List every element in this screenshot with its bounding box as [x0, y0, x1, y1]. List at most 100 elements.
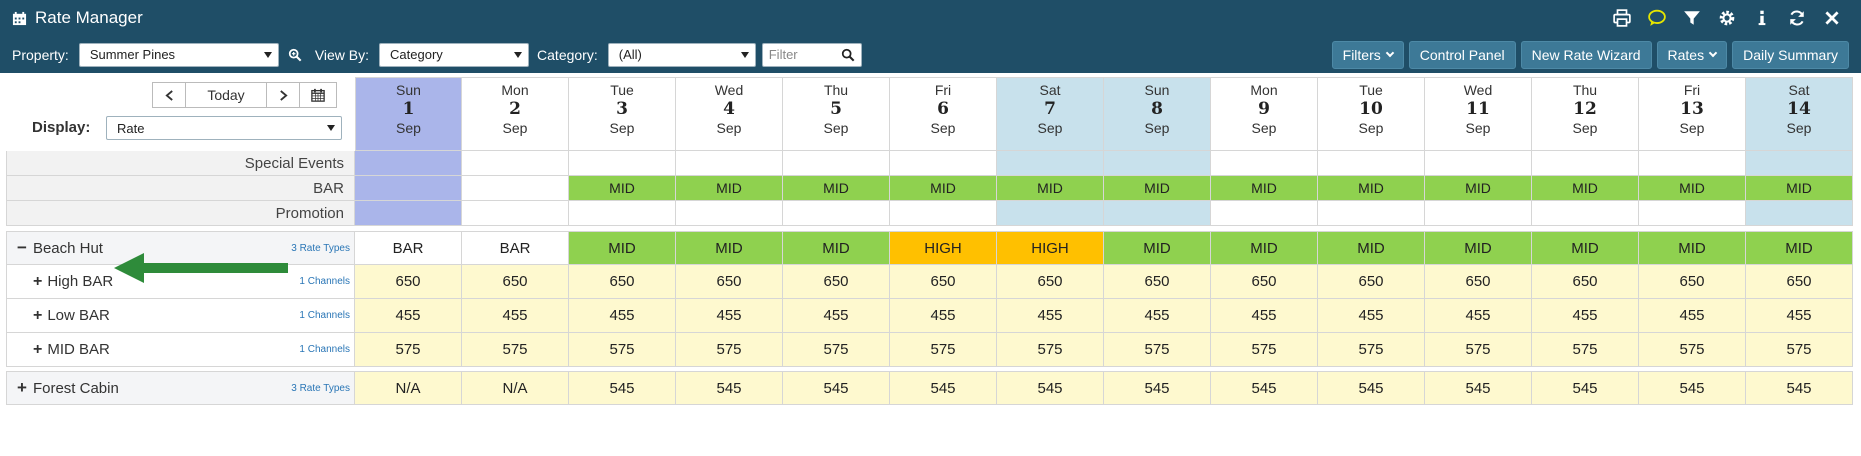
rate-cell[interactable]: 455 [1211, 299, 1318, 333]
comment-icon[interactable] [1639, 0, 1674, 36]
info-cell[interactable]: MID [569, 176, 676, 201]
info-cell[interactable] [783, 151, 890, 176]
info-cell[interactable]: MID [676, 176, 783, 201]
expand-icon[interactable]: + [17, 378, 27, 398]
day-header[interactable]: Sat 14 Sep [1746, 77, 1853, 151]
rate-cell[interactable]: 650 [676, 265, 783, 299]
group-rate-cell[interactable]: 545 [997, 371, 1104, 405]
day-header[interactable]: Sun 1 Sep [355, 77, 462, 151]
info-icon[interactable] [1744, 0, 1779, 36]
group-rate-cell[interactable]: HIGH [997, 231, 1104, 265]
rate-cell[interactable]: 575 [462, 333, 569, 367]
info-cell[interactable]: MID [1532, 176, 1639, 201]
day-header[interactable]: Sun 8 Sep [1104, 77, 1211, 151]
info-cell[interactable]: MID [783, 176, 890, 201]
display-select[interactable]: Rate [106, 116, 342, 140]
rate-cell[interactable]: 650 [1104, 265, 1211, 299]
group-rate-cell[interactable]: MID [783, 231, 890, 265]
group-rate-cell[interactable]: 545 [1211, 371, 1318, 405]
rate-cell[interactable]: 575 [783, 333, 890, 367]
rate-cell[interactable]: 650 [355, 265, 462, 299]
channels-link[interactable]: 1 Channels [299, 310, 350, 321]
rate-cell[interactable]: 575 [569, 333, 676, 367]
rate-cell[interactable]: 455 [783, 299, 890, 333]
rate-cell[interactable]: 650 [1211, 265, 1318, 299]
channels-link[interactable]: 1 Channels [299, 276, 350, 287]
collapse-icon[interactable]: − [17, 238, 27, 258]
info-cell[interactable] [890, 201, 997, 226]
info-cell[interactable] [1746, 151, 1853, 176]
control-panel-button[interactable]: Control Panel [1408, 40, 1516, 69]
rate-cell[interactable]: 455 [569, 299, 676, 333]
rate-cell[interactable]: 650 [1318, 265, 1425, 299]
view-by-select[interactable]: Category [379, 42, 530, 67]
rate-cell[interactable]: 650 [1746, 265, 1853, 299]
info-cell[interactable] [462, 176, 569, 201]
rate-cell[interactable]: 650 [1532, 265, 1639, 299]
next-button[interactable] [266, 82, 300, 108]
group-row-forest-cabin[interactable]: + Forest Cabin 3 Rate Types [6, 371, 355, 405]
search-icon[interactable] [841, 48, 855, 62]
day-header[interactable]: Tue 3 Sep [569, 77, 676, 151]
group-rate-cell[interactable]: BAR [462, 231, 569, 265]
day-header[interactable]: Fri 13 Sep [1639, 77, 1746, 151]
group-rate-cell[interactable]: 545 [1425, 371, 1532, 405]
group-rate-cell[interactable]: MID [1639, 231, 1746, 265]
today-button[interactable]: Today [185, 82, 267, 108]
group-rate-cell[interactable]: BAR [355, 231, 462, 265]
info-cell[interactable] [997, 151, 1104, 176]
info-cell[interactable] [783, 201, 890, 226]
rate-cell[interactable]: 650 [890, 265, 997, 299]
rate-cell[interactable]: 650 [462, 265, 569, 299]
gear-icon[interactable] [1709, 0, 1744, 36]
info-cell[interactable] [1532, 201, 1639, 226]
rate-cell[interactable]: 455 [1318, 299, 1425, 333]
info-cell[interactable] [355, 151, 462, 176]
day-header[interactable]: Tue 10 Sep [1318, 77, 1425, 151]
info-cell[interactable] [1532, 151, 1639, 176]
rate-cell[interactable]: 650 [997, 265, 1104, 299]
rate-cell[interactable]: 455 [1425, 299, 1532, 333]
info-cell[interactable] [355, 201, 462, 226]
info-cell[interactable]: MID [997, 176, 1104, 201]
rate-cell[interactable]: 575 [1318, 333, 1425, 367]
rate-cell[interactable]: 575 [1104, 333, 1211, 367]
rate-cell[interactable]: 650 [783, 265, 890, 299]
info-cell[interactable] [1425, 151, 1532, 176]
group-rate-cell[interactable]: 545 [890, 371, 997, 405]
group-rate-cell[interactable]: 545 [1532, 371, 1639, 405]
info-cell[interactable] [997, 201, 1104, 226]
info-cell[interactable] [1211, 151, 1318, 176]
rate-cell[interactable]: 455 [1532, 299, 1639, 333]
info-cell[interactable] [1104, 201, 1211, 226]
filter-input[interactable]: Filter [761, 42, 862, 67]
day-header[interactable]: Mon 9 Sep [1211, 77, 1318, 151]
info-cell[interactable] [890, 151, 997, 176]
rate-cell[interactable]: 455 [462, 299, 569, 333]
calendar-picker-button[interactable] [299, 82, 337, 108]
group-rate-cell[interactable]: HIGH [890, 231, 997, 265]
group-rate-cell[interactable]: 545 [783, 371, 890, 405]
rate-cell[interactable]: 455 [890, 299, 997, 333]
daily-summary-button[interactable]: Daily Summary [1732, 40, 1849, 69]
rate-cell[interactable]: 650 [1425, 265, 1532, 299]
info-cell[interactable] [1211, 201, 1318, 226]
info-cell[interactable] [462, 151, 569, 176]
group-rate-cell[interactable]: 545 [569, 371, 676, 405]
group-rate-cell[interactable]: MID [1425, 231, 1532, 265]
group-rate-cell[interactable]: N/A [462, 371, 569, 405]
group-rate-cell[interactable]: 545 [1746, 371, 1853, 405]
filters-button[interactable]: Filters [1331, 40, 1404, 69]
rate-cell[interactable]: 575 [890, 333, 997, 367]
new-rate-wizard-button[interactable]: New Rate Wizard [1520, 40, 1652, 69]
info-cell[interactable]: MID [1425, 176, 1532, 201]
info-cell[interactable] [676, 151, 783, 176]
info-cell[interactable]: MID [890, 176, 997, 201]
info-cell[interactable] [1639, 151, 1746, 176]
rate-cell[interactable]: 575 [1425, 333, 1532, 367]
info-cell[interactable]: MID [1211, 176, 1318, 201]
rate-type-row-low-bar[interactable]: + Low BAR 1 Channels [6, 299, 355, 333]
rate-cell[interactable]: 575 [355, 333, 462, 367]
rate-types-link[interactable]: 3 Rate Types [291, 383, 350, 394]
info-cell[interactable] [1639, 201, 1746, 226]
